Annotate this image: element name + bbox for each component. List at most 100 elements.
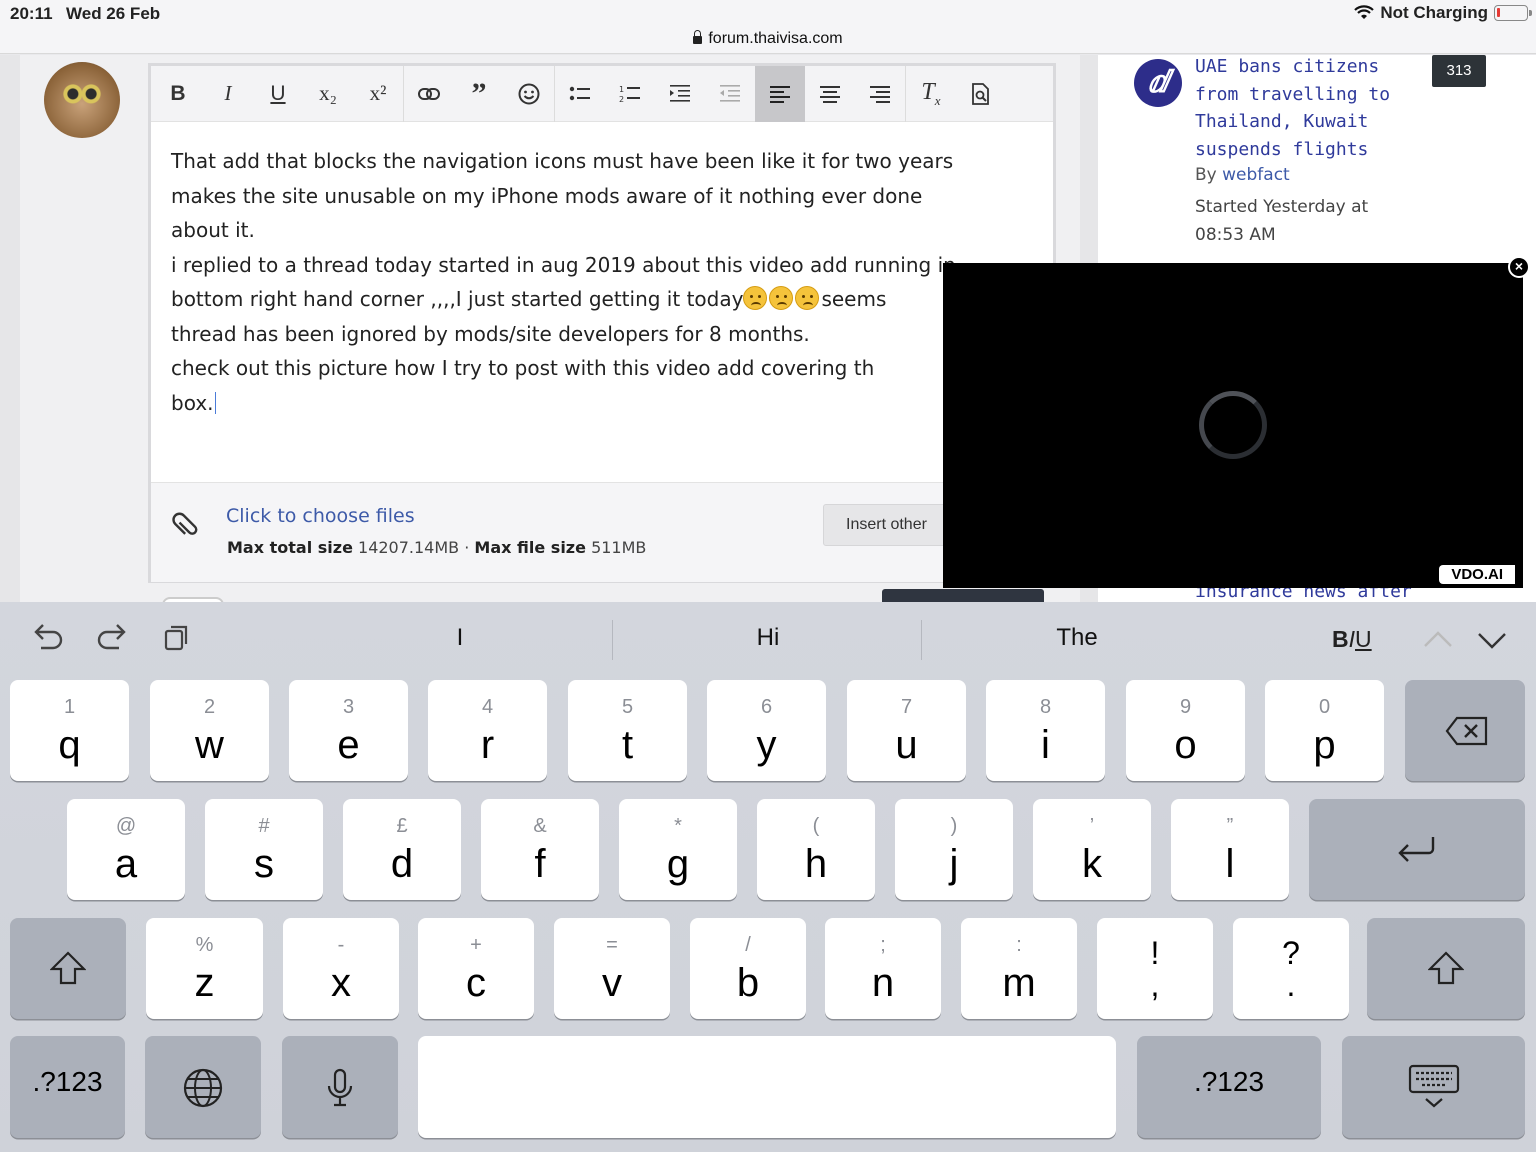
post-reply-button[interactable] [882, 589, 1044, 602]
chevron-down-icon[interactable] [1476, 624, 1508, 656]
return-key[interactable] [1309, 799, 1525, 900]
bulleted-list-button[interactable] [555, 66, 605, 122]
thread-source-logo[interactable]: ⅆ [1134, 59, 1182, 107]
key-m[interactable]: :m [961, 918, 1077, 1019]
text-line: thread has been ignored by mods/site dev… [171, 321, 810, 346]
lock-icon [693, 30, 703, 44]
align-right-icon [870, 85, 890, 103]
choose-files-link[interactable]: Click to choose files [226, 505, 415, 527]
key-d[interactable]: £ d [343, 799, 461, 900]
redo-icon[interactable] [94, 622, 130, 658]
svg-text:1: 1 [619, 85, 624, 94]
key-comma[interactable]: !, [1097, 918, 1213, 1019]
undo-icon[interactable] [30, 622, 66, 658]
key-n[interactable]: ; n [825, 918, 941, 1019]
key-e[interactable]: 3e [289, 680, 408, 781]
key-u[interactable]: 7u [847, 680, 966, 781]
key-c[interactable]: + c [418, 918, 534, 1019]
chevron-up-icon[interactable] [1422, 624, 1454, 656]
video-ad-overlay[interactable]: VDO.AI [943, 263, 1523, 588]
attachment-area: Click to choose files Max total size 142… [151, 482, 1053, 582]
quote-button[interactable]: ” [454, 66, 504, 122]
thread-title-link[interactable]: UAE bans citizens from travelling to Tha… [1195, 55, 1395, 163]
key-j[interactable]: ) j [895, 799, 1013, 900]
subscript-button[interactable]: x₂ [303, 66, 353, 122]
outdent-button[interactable] [705, 66, 755, 122]
key-t[interactable]: 5t [568, 680, 687, 781]
battery-icon [1494, 5, 1532, 21]
align-left-button[interactable] [755, 65, 805, 122]
text-line: box. [171, 390, 216, 415]
hide-keyboard-key[interactable] [1342, 1036, 1525, 1138]
clear-format-icon: Tx [921, 78, 941, 108]
dictation-key[interactable] [282, 1036, 398, 1138]
key-k[interactable]: ’ k [1033, 799, 1151, 900]
hide-keyboard-icon [1408, 1064, 1460, 1108]
author-link[interactable]: webfact [1222, 165, 1290, 185]
ad-brand-badge[interactable]: VDO.AI [1439, 565, 1515, 584]
suggestion-1[interactable]: I [310, 624, 610, 652]
format-biu-button[interactable]: BIU [1332, 626, 1372, 653]
indent-button[interactable] [655, 66, 705, 122]
suggestion-2[interactable]: Hi [618, 624, 918, 652]
align-right-button[interactable] [855, 66, 905, 122]
key-g[interactable]: * g [619, 799, 737, 900]
avatar[interactable] [44, 62, 120, 138]
thread-started: Started Yesterday at 08:53 AM [1195, 197, 1369, 245]
key-y[interactable]: 6y [707, 680, 826, 781]
key-p[interactable]: 0p [1265, 680, 1384, 781]
key-a[interactable]: @ a [67, 799, 185, 900]
key-z[interactable]: % z [146, 918, 263, 1019]
key-o[interactable]: 9o [1126, 680, 1245, 781]
key-f[interactable]: & f [481, 799, 599, 900]
editor-textarea[interactable]: That add that blocks the navigation icon… [151, 122, 1053, 482]
bold-button[interactable]: B [153, 66, 203, 122]
shift-key-left[interactable] [10, 918, 126, 1019]
status-time: 20:11 [10, 4, 53, 23]
text-line: makes the site unusable on my iPhone mod… [171, 183, 923, 208]
space-bar[interactable] [418, 1036, 1116, 1138]
key-i[interactable]: 8i [986, 680, 1105, 781]
key-x[interactable]: -x [283, 918, 399, 1019]
numbers-key-left[interactable]: .?123 [10, 1036, 125, 1138]
numbered-list-button[interactable]: 12 [605, 66, 655, 122]
underline-button[interactable]: U [253, 66, 303, 122]
text-line: That add that blocks the navigation icon… [171, 149, 954, 173]
key-q[interactable]: 1q [10, 680, 129, 781]
key-h[interactable]: (h [757, 799, 875, 900]
key-s[interactable]: # s [205, 799, 323, 900]
address-bar[interactable]: forum.thaivisa.com [0, 28, 1536, 54]
backspace-key[interactable] [1405, 680, 1525, 781]
emoji-button[interactable] [504, 66, 554, 122]
text-line: check out this picture how I try to post… [171, 356, 875, 380]
return-icon [1398, 837, 1435, 862]
align-center-button[interactable] [805, 66, 855, 122]
clear-format-button[interactable]: Tx [906, 66, 956, 122]
preview-icon [972, 82, 989, 105]
reply-count-badge: 313 [1432, 55, 1486, 87]
globe-key[interactable] [145, 1036, 261, 1138]
status-bar: 20:11 Wed 26 Feb Not Charging [0, 0, 1536, 28]
key-b[interactable]: / b [690, 918, 806, 1019]
close-ad-button[interactable]: × [1508, 256, 1530, 278]
suggestion-3[interactable]: The [927, 624, 1227, 652]
link-button[interactable] [404, 66, 454, 122]
text-caret [214, 391, 216, 414]
preview-button[interactable] [956, 66, 1006, 122]
superscript-button[interactable]: x² [353, 66, 403, 122]
key-l[interactable]: ” l [1171, 799, 1289, 900]
shift-key-right[interactable] [1367, 918, 1525, 1019]
text-line: bottom right hand corner ,,,,I just star… [171, 286, 887, 311]
key-v[interactable]: = v [554, 918, 670, 1019]
key-r[interactable]: 4r [428, 680, 547, 781]
insert-other-button[interactable]: Insert other [823, 504, 950, 546]
keyboard-shortcut-bar: I Hi The BIU [0, 602, 1536, 678]
numbers-key-right[interactable]: .?123 [1137, 1036, 1321, 1138]
key-w[interactable]: 2w [150, 680, 269, 781]
backspace-icon [1445, 716, 1488, 746]
key-period[interactable]: ?. [1233, 918, 1349, 1019]
rich-text-editor: B I U x₂ x² ” 12 Tx That add that blocks… [148, 63, 1056, 583]
status-date: Wed 26 Feb [66, 4, 161, 23]
italic-button[interactable]: I [203, 66, 253, 122]
paste-icon[interactable] [158, 622, 194, 658]
